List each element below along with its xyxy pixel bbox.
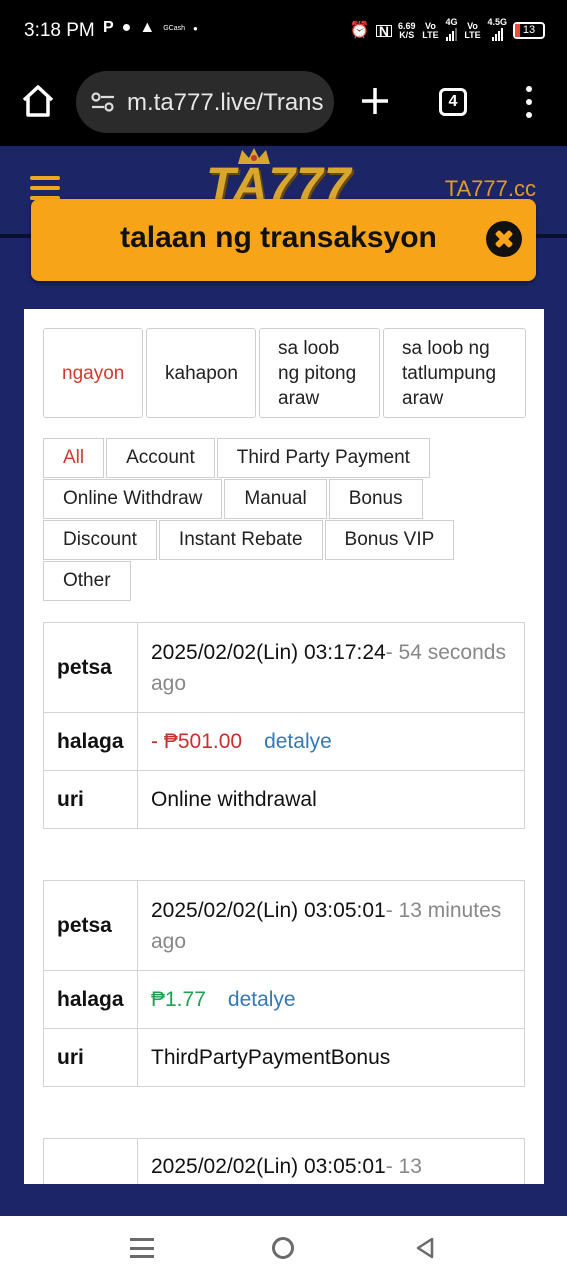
speed-indicator: 6.69 K/S bbox=[398, 21, 416, 40]
date-label: petsa bbox=[43, 622, 138, 713]
home-icon bbox=[22, 85, 54, 117]
status-bar: 3:18 PM P ● ▲ GCash ● ⏰ N 6.69 K/S Vo LT… bbox=[0, 0, 567, 62]
sim2-label: Vo LTE bbox=[464, 20, 481, 40]
speed-unit: K/S bbox=[399, 29, 415, 40]
date-text: 2025/02/02(Lin) 03:17:24 bbox=[151, 640, 386, 664]
detail-link[interactable]: detalye bbox=[228, 988, 296, 1011]
filter-instant-rebate[interactable]: Instant Rebate bbox=[158, 520, 323, 560]
menu-icon[interactable] bbox=[30, 176, 60, 200]
p-app-icon: P bbox=[103, 19, 114, 36]
amount-label: halaga bbox=[43, 970, 138, 1029]
date-value: 2025/02/02(Lin) 03:05:01- 13 bbox=[137, 1138, 525, 1184]
battery-icon: 13 bbox=[513, 22, 545, 39]
amount-value: ₱1.77 bbox=[151, 988, 206, 1011]
filter-manual[interactable]: Manual bbox=[224, 479, 327, 519]
filter-other[interactable]: Other bbox=[43, 561, 131, 601]
type-value: Online withdrawal bbox=[137, 770, 525, 829]
filter-all[interactable]: All bbox=[43, 438, 105, 478]
plus-icon bbox=[362, 88, 388, 114]
transaction-record: petsa 2025/02/02(Lin) 03:05:01- 13 bbox=[43, 1138, 525, 1184]
date-text: 2025/02/02(Lin) 03:05:01 bbox=[151, 1155, 386, 1178]
alarm-icon: ⏰ bbox=[349, 21, 370, 39]
tab-switcher-button[interactable]: 4 bbox=[439, 88, 467, 116]
new-tab-button[interactable] bbox=[360, 82, 390, 122]
date-value: 2025/02/02(Lin) 03:17:24- 54 seconds ago bbox=[137, 622, 525, 713]
status-right: ⏰ N 6.69 K/S Vo LTE 4G Vo LTE 4.5G 13 bbox=[350, 18, 545, 43]
browser-toolbar: m.ta777.live/Trans 4 bbox=[0, 62, 567, 146]
tab-thirty-days[interactable]: sa loob ng tatlumpung araw bbox=[383, 328, 526, 418]
sim2-gen: 4.5G bbox=[487, 18, 507, 43]
dot-icon bbox=[526, 99, 532, 105]
filter-bonus[interactable]: Bonus bbox=[328, 479, 423, 519]
address-bar[interactable]: m.ta777.live/Trans bbox=[76, 71, 334, 133]
tab-seven-days[interactable]: sa loob ng pitong araw bbox=[259, 328, 380, 418]
detail-link[interactable]: detalye bbox=[264, 730, 332, 753]
transaction-record: petsa 2025/02/02(Lin) 03:17:24- 54 secon… bbox=[43, 622, 525, 829]
amount-cell: ₱1.77 detalye bbox=[137, 970, 525, 1029]
time-ago: - 13 bbox=[385, 1155, 422, 1178]
sim1-gen-label: 4G bbox=[445, 17, 458, 27]
tab-today[interactable]: ngayon bbox=[43, 328, 143, 418]
signal1-icon bbox=[445, 27, 457, 41]
date-value: 2025/02/02(Lin) 03:05:01- 13 minutes ago bbox=[137, 880, 525, 971]
transaction-record: petsa 2025/02/02(Lin) 03:05:01- 13 minut… bbox=[43, 880, 525, 1087]
type-filters: All Account Third Party Payment Online W… bbox=[43, 438, 529, 602]
site-settings-icon[interactable] bbox=[90, 91, 116, 113]
status-time: 3:18 PM bbox=[24, 20, 95, 41]
sim1-label: Vo LTE bbox=[422, 20, 439, 40]
transaction-panel: ngayon kahapon sa loob ng pitong araw sa… bbox=[24, 309, 544, 1184]
type-label: uri bbox=[43, 770, 138, 829]
modal-title: talaan ng transaksyon bbox=[120, 221, 437, 254]
sim1-gen: 4G bbox=[445, 18, 457, 43]
system-nav-bar bbox=[0, 1216, 567, 1280]
nfc-icon: N bbox=[375, 24, 392, 38]
signal2-icon bbox=[491, 27, 503, 41]
dot-icon bbox=[526, 86, 532, 92]
date-text: 2025/02/02(Lin) 03:05:01 bbox=[151, 898, 386, 922]
amount-cell: - ₱501.00 detalye bbox=[137, 712, 525, 771]
date-label: petsa bbox=[43, 880, 138, 971]
sim2-gen-label: 4.5G bbox=[487, 17, 507, 27]
amount-label: halaga bbox=[43, 712, 138, 771]
filter-third-party-payment[interactable]: Third Party Payment bbox=[216, 438, 430, 478]
dot-icon: ● bbox=[192, 23, 198, 33]
modal-header: talaan ng transaksyon bbox=[31, 199, 536, 281]
recents-icon[interactable] bbox=[130, 1238, 154, 1258]
type-label: uri bbox=[43, 1028, 138, 1087]
dot-icon bbox=[526, 112, 532, 118]
home-circle-icon[interactable] bbox=[272, 1237, 294, 1259]
url-text[interactable]: m.ta777.live/Trans bbox=[127, 89, 324, 117]
filter-account[interactable]: Account bbox=[106, 438, 215, 478]
date-range-tabs: ngayon kahapon sa loob ng pitong araw sa… bbox=[43, 328, 526, 418]
tab-yesterday[interactable]: kahapon bbox=[146, 328, 256, 418]
home-button[interactable] bbox=[20, 82, 56, 122]
back-icon[interactable] bbox=[414, 1236, 436, 1260]
filter-discount[interactable]: Discount bbox=[43, 520, 157, 560]
status-app-icons: P ● ▲ GCash ● bbox=[103, 19, 198, 37]
close-icon[interactable] bbox=[486, 221, 522, 257]
gcash-icon: GCash bbox=[163, 24, 185, 32]
snapchat-icon: ▲ bbox=[139, 19, 156, 36]
type-value: ThirdPartyPaymentBonus bbox=[137, 1028, 525, 1087]
filter-bonus-vip[interactable]: Bonus VIP bbox=[324, 520, 455, 560]
filter-online-withdraw[interactable]: Online Withdraw bbox=[43, 479, 223, 519]
more-menu-button[interactable] bbox=[520, 86, 538, 118]
amount-value: - ₱501.00 bbox=[151, 730, 243, 753]
date-label: petsa bbox=[43, 1138, 138, 1184]
chat-icon: ● bbox=[121, 19, 132, 36]
